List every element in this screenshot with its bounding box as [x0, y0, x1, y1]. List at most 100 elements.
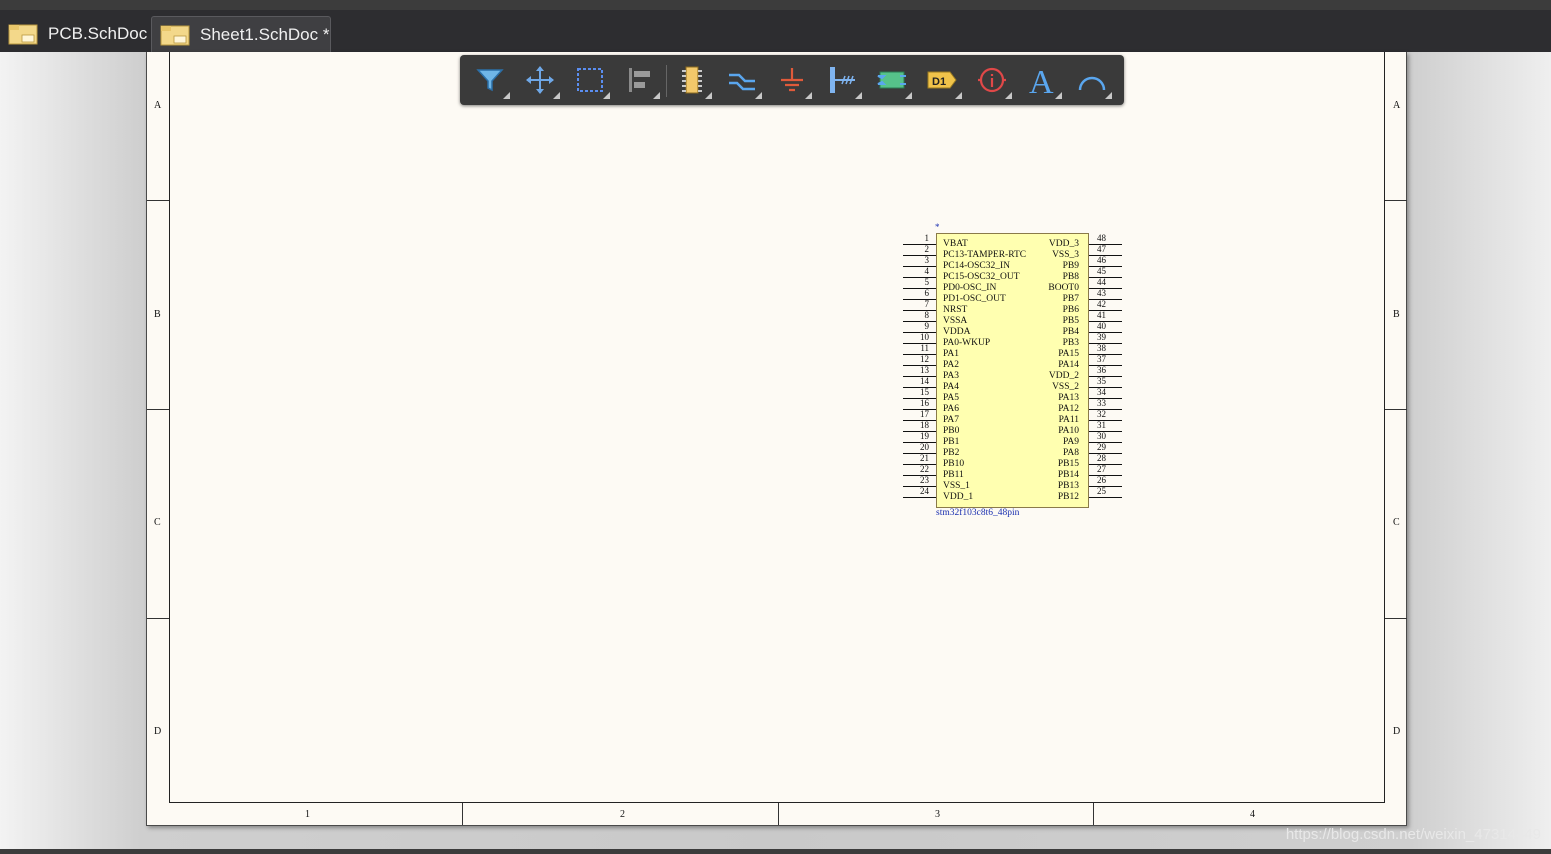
port-button[interactable]: D1 — [920, 60, 964, 100]
pin-number: 32 — [1097, 409, 1106, 419]
pin-name: VBAT — [943, 239, 968, 249]
pin-name: VSS_3 — [1052, 250, 1079, 260]
pin-name: PB1 — [943, 437, 960, 447]
pin-name: PB2 — [943, 448, 960, 458]
pin-number: 37 — [1097, 354, 1106, 364]
zone-number-1: 1 — [305, 809, 310, 820]
pin-number: 13 — [920, 365, 929, 375]
pin-number: 10 — [920, 332, 929, 342]
pin-number: 1 — [924, 233, 930, 243]
zone-divider — [1385, 409, 1407, 410]
select-rect-button[interactable] — [568, 60, 612, 100]
pin-name: VSSA — [943, 316, 968, 326]
move-icon — [526, 66, 554, 94]
pin-name: PB0 — [943, 426, 960, 436]
move-button[interactable] — [518, 60, 562, 100]
pin-number: 28 — [1097, 453, 1106, 463]
wire-button[interactable] — [720, 60, 764, 100]
pin-name: PB15 — [1057, 459, 1079, 469]
pin-name: VDD_2 — [1048, 371, 1079, 381]
place-component-button[interactable] — [670, 60, 714, 100]
zone-letter-d: D — [154, 726, 162, 737]
zone-divider — [1093, 803, 1094, 825]
zone-divider — [462, 803, 463, 825]
text-button[interactable]: A — [1020, 60, 1064, 100]
zone-divider — [1385, 200, 1407, 201]
sheet-symbol-button[interactable] — [870, 60, 914, 100]
arc-button[interactable] — [1070, 60, 1114, 100]
pin-name: PA4 — [943, 382, 960, 392]
pin-name: PB7 — [1062, 294, 1079, 304]
pin-name: PB10 — [943, 459, 965, 469]
pin-line[interactable] — [1089, 497, 1122, 498]
pin-number: 39 — [1097, 332, 1106, 342]
pin-number: 16 — [920, 398, 929, 408]
title-strip — [0, 0, 1551, 10]
directive-icon — [978, 67, 1006, 93]
pin-number: 41 — [1097, 310, 1106, 320]
pin-name: PA1 — [943, 349, 960, 359]
pin-number: 15 — [920, 387, 929, 397]
align-button[interactable] — [618, 60, 662, 100]
filter-icon — [476, 69, 504, 92]
pin-number: 26 — [1097, 475, 1106, 485]
pin-number: 40 — [1097, 321, 1106, 331]
pin-number: 48 — [1097, 233, 1106, 243]
pin-name: PA12 — [1058, 404, 1079, 414]
svg-text:D1: D1 — [932, 76, 946, 88]
pin-name: PA10 — [1058, 426, 1079, 436]
power-port-button[interactable] — [770, 60, 814, 100]
tab-pcb-schdoc[interactable]: PCB.SchDoc — [0, 16, 148, 52]
pin-number: 46 — [1097, 255, 1106, 265]
schematic-doc-icon — [8, 23, 38, 45]
power-port-icon — [781, 68, 803, 92]
zone-number-4: 4 — [1250, 809, 1255, 820]
zone-letter-a: A — [154, 100, 162, 111]
zone-number-2: 2 — [620, 809, 625, 820]
pin-number: 30 — [1097, 431, 1106, 441]
zone-letter-c: C — [154, 517, 161, 528]
pin-number: 24 — [920, 486, 929, 496]
pin-number: 18 — [920, 420, 929, 430]
pin-number: 11 — [920, 343, 929, 353]
zone-letter-a: A — [1393, 100, 1401, 111]
pin-number: 4 — [924, 266, 930, 276]
pin-name: PA7 — [943, 415, 960, 425]
pin-number: 21 — [920, 453, 929, 463]
pin-name: VDDA — [943, 327, 971, 337]
text-icon: A — [1029, 64, 1054, 96]
pin-number: 34 — [1097, 387, 1106, 397]
pin-number: 2 — [924, 244, 930, 254]
harness-icon — [830, 67, 855, 93]
pin-name: PA13 — [1058, 393, 1079, 403]
toolbar-separator — [666, 65, 667, 97]
harness-button[interactable] — [820, 60, 864, 100]
pin-number: 43 — [1097, 288, 1106, 298]
pin-name: VSS_1 — [943, 481, 970, 491]
pin-name: PB8 — [1062, 272, 1079, 282]
pin-number: 36 — [1097, 365, 1106, 375]
zone-divider — [1385, 618, 1407, 619]
tab-sheet1-schdoc[interactable]: Sheet1.SchDoc * — [151, 16, 331, 52]
document-tab-bar: PCB.SchDoc Sheet1.SchDoc * — [0, 10, 1551, 52]
sheet-drawing-area[interactable] — [169, 52, 1385, 803]
tab-label: PCB.SchDoc — [48, 24, 148, 43]
filter-button[interactable] — [468, 60, 512, 100]
zone-divider — [147, 200, 169, 201]
select-rect-icon — [577, 68, 603, 92]
pin-name: PA5 — [943, 393, 960, 403]
align-icon — [629, 68, 650, 92]
pin-name: PA8 — [1062, 448, 1079, 458]
pin-number: 6 — [924, 288, 930, 298]
pin-name: PB14 — [1057, 470, 1079, 480]
pin-name: PA3 — [943, 371, 960, 381]
directive-button[interactable] — [970, 60, 1014, 100]
sheet-symbol-icon — [877, 71, 906, 89]
schematic-sheet[interactable]: AABBCCDD1234 — [146, 52, 1407, 826]
pin-line[interactable] — [903, 497, 936, 498]
pin-number: 3 — [924, 255, 930, 265]
pin-number: 42 — [1097, 299, 1106, 309]
zone-letter-b: B — [154, 309, 161, 320]
wire-icon — [729, 73, 755, 91]
pin-name: PA0-WKUP — [943, 338, 991, 348]
